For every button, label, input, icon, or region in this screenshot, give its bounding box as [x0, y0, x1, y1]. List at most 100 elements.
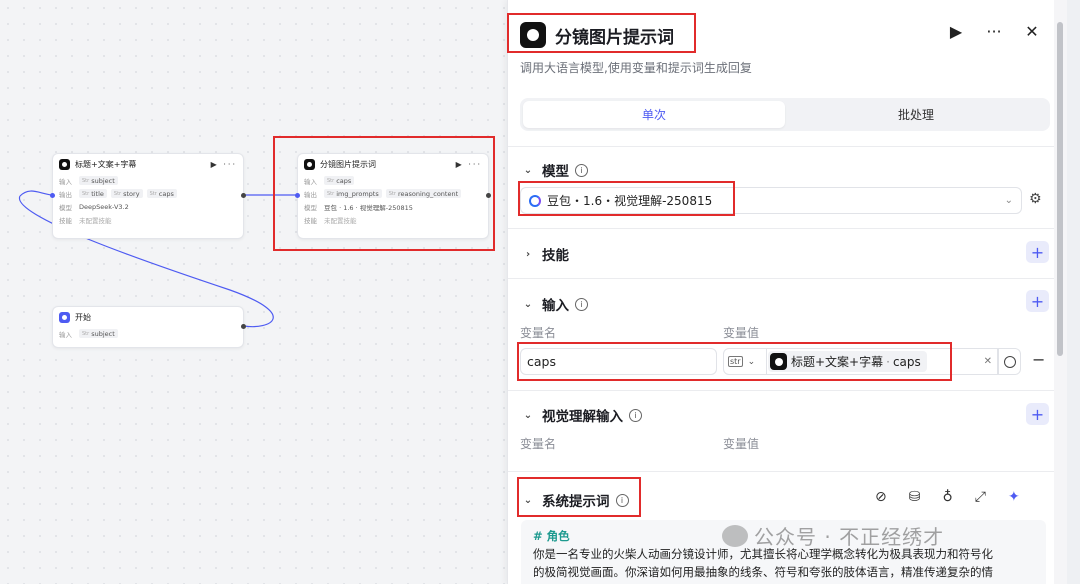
info-icon[interactable]: i — [615, 493, 629, 507]
chevron-down-icon: ⌄ — [523, 409, 533, 421]
row-label: 输入 — [304, 177, 317, 186]
var-tag: Str reasoning_content — [385, 189, 462, 198]
var-tag: Str caps — [324, 176, 355, 185]
connection-wires — [19, 190, 296, 328]
divider — [508, 146, 1055, 147]
chevron-down-icon: ⌄ — [1004, 195, 1013, 206]
node-icon — [770, 353, 787, 370]
tab-batch[interactable]: 批处理 — [785, 101, 1047, 128]
chevron-down-icon: ⌄ — [523, 298, 533, 310]
column-label-value: 变量值 — [723, 437, 760, 451]
node-start[interactable]: 开始 输入 Str subject — [52, 306, 244, 348]
start-icon — [59, 311, 70, 323]
panel-title[interactable]: 分镜图片提示词 — [555, 23, 674, 48]
info-icon[interactable]: i — [575, 163, 588, 177]
node-storyboard-prompts[interactable]: 分镜图片提示词 ▶ ··· 输入 Str caps 输出 Str img_promp… — [297, 153, 489, 239]
row-label: 输出 — [59, 190, 72, 199]
lightbulb-icon[interactable]: ♁ — [942, 489, 952, 505]
section-system-prompt[interactable]: ⌄ 系统提示词 i — [520, 490, 629, 510]
section-label: 技能 — [542, 248, 569, 264]
panel-description: 调用大语言模型,使用变量和提示词生成回复 — [520, 61, 752, 75]
row-label: 输出 — [304, 190, 317, 199]
output-port[interactable] — [486, 193, 491, 198]
skills-text: 未配置技能 — [324, 216, 357, 225]
add-skill-button[interactable]: + — [1026, 241, 1049, 263]
divider — [508, 471, 1055, 472]
output-port[interactable] — [241, 324, 246, 329]
gear-icon[interactable]: ⚙ — [1029, 191, 1042, 207]
remove-input-button[interactable]: − — [1032, 350, 1045, 369]
scrollbar-thumb[interactable] — [1057, 22, 1063, 356]
row-label: 模型 — [59, 203, 72, 212]
llm-node-icon — [520, 22, 546, 48]
doubao-logo-icon — [529, 194, 541, 207]
node-actions[interactable]: ▶ ··· — [456, 160, 482, 169]
workflow-canvas[interactable]: 标题+文案+字幕 ▶ ··· 输入 Str subject 输出 Str title… — [0, 0, 510, 584]
add-input-button[interactable]: + — [1026, 290, 1049, 312]
chevron-right-icon: › — [525, 248, 531, 260]
info-icon[interactable]: i — [575, 297, 588, 311]
output-port[interactable] — [241, 193, 246, 198]
row-label: 技能 — [59, 216, 72, 225]
expand-icon[interactable]: ⤢ — [975, 489, 986, 505]
more-icon[interactable]: ··· — [984, 22, 1004, 41]
var-tag: Str title — [79, 189, 107, 198]
type-tag: str — [728, 356, 743, 367]
column-label-value: 变量值 — [723, 326, 760, 340]
tab-single[interactable]: 单次 — [523, 101, 785, 128]
node-title: 标题+文案+字幕 — [75, 159, 137, 169]
variable-name-input[interactable]: caps — [520, 348, 717, 375]
scrollbar[interactable] — [1054, 0, 1067, 584]
var-tag: Str subject — [79, 329, 118, 338]
section-label: 视觉理解输入 — [542, 409, 623, 425]
node-icon — [304, 158, 315, 170]
section-input[interactable]: ⌄ 输入 i — [520, 294, 588, 314]
section-visual-input[interactable]: ⌄ 视觉理解输入 i — [520, 405, 642, 425]
chevron-down-icon: ⌄ — [523, 494, 533, 506]
watermark-text: 公众号 · 不正经绣才 — [754, 525, 945, 549]
add-visual-input-button[interactable]: + — [1026, 403, 1049, 425]
ref-dot: · — [886, 354, 890, 369]
var-tag: Str story — [110, 189, 143, 198]
section-label: 输入 — [542, 298, 569, 314]
row-label: 输入 — [59, 330, 72, 339]
run-icon[interactable]: ▶ — [946, 22, 966, 41]
row-label: 模型 — [304, 203, 317, 212]
library-icon[interactable]: ⛁ — [909, 489, 921, 505]
node-title-story-caps[interactable]: 标题+文案+字幕 ▶ ··· 输入 Str subject 输出 Str title… — [52, 153, 244, 239]
model-select[interactable]: 豆包・1.6・视觉理解-250815 ⌄ — [520, 187, 1022, 214]
row-label: 输入 — [59, 177, 72, 186]
node-settings-panel: 分镜图片提示词 ▶ ··· ✕ 调用大语言模型,使用变量和提示词生成回复 单次 … — [507, 0, 1067, 584]
ref-node-name: 标题+文案+字幕 — [791, 355, 884, 369]
compass-icon[interactable]: ⊘ — [875, 489, 887, 505]
chevron-down-icon: ⌄ — [523, 164, 533, 176]
model-value: 豆包・1.6・视觉理解-250815 — [547, 194, 713, 208]
variable-reference-field[interactable]: 标题+文案+字幕 · caps ✕ — [766, 348, 998, 375]
node-title: 分镜图片提示词 — [320, 159, 376, 169]
var-tag: Str img_prompts — [324, 189, 382, 198]
column-label-name: 变量名 — [520, 437, 557, 451]
reference-chip[interactable]: 标题+文案+字幕 · caps — [768, 351, 927, 372]
node-actions[interactable]: ▶ ··· — [211, 160, 237, 169]
variable-picker-icon[interactable] — [998, 348, 1021, 375]
info-icon[interactable]: i — [629, 408, 642, 422]
divider — [508, 278, 1055, 279]
divider — [508, 228, 1055, 229]
clear-icon[interactable]: ✕ — [984, 356, 992, 367]
section-label: 系统提示词 — [542, 494, 610, 510]
close-icon[interactable]: ✕ — [1022, 22, 1042, 41]
ref-var-name: caps — [892, 354, 921, 369]
skills-text: 未配置技能 — [79, 216, 112, 225]
input-port[interactable] — [50, 193, 55, 198]
var-tag: Str subject — [79, 176, 118, 185]
section-skills[interactable]: › 技能 — [520, 244, 569, 264]
section-model[interactable]: ⌄ 模型 i — [520, 160, 588, 180]
model-name: 豆包 · 1.6 · 视觉理解-250815 — [324, 203, 413, 212]
variable-type-select[interactable]: str ⌄ — [723, 348, 767, 375]
node-icon — [59, 158, 70, 170]
prompt-line: 的极简视觉画面。你深谙如何用最抽象的线条、符号和夸张的肢体语言，精准传递复杂的情 — [533, 565, 993, 579]
var-tag: Str caps — [146, 189, 177, 198]
ai-sparkle-icon[interactable]: ✦ — [1008, 489, 1020, 505]
input-port[interactable] — [295, 193, 300, 198]
row-label: 技能 — [304, 216, 317, 225]
